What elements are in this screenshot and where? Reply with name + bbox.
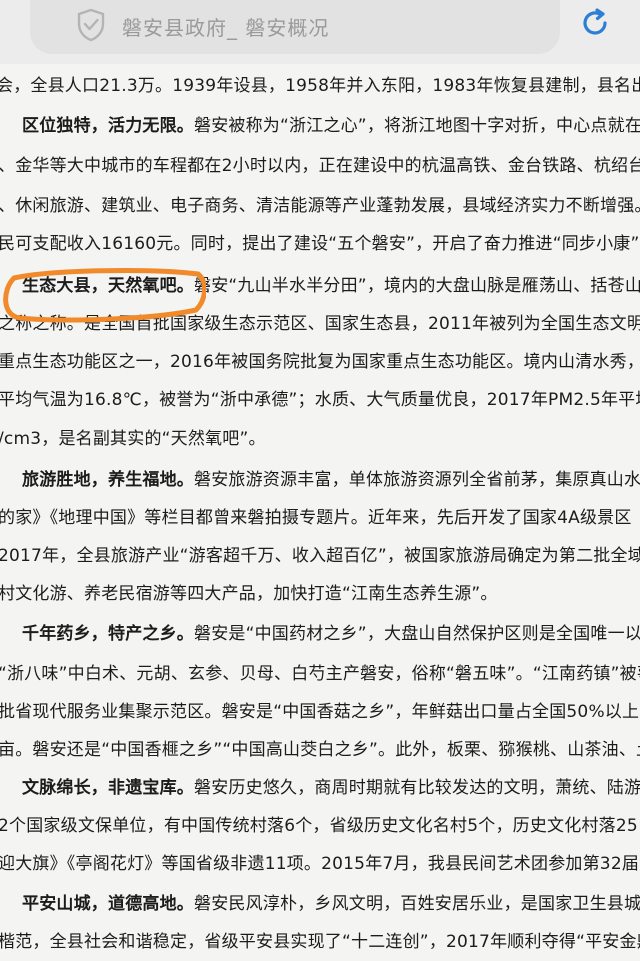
article-line: 平安山城，道德高地。磐安民风淳朴，乡风文明，百姓安居乐业，是国家卫生县城、 — [22, 894, 640, 914]
article-line: 千年药乡，特产之乡。磐安是“中国药材之乡”，大盘山自然保护区则是全国唯一以 — [22, 624, 640, 644]
article-line: 文脉绵长，非遗宝库。磐安历史悠久，商周时期就有比较发达的文明，萧统、陆游、 — [22, 778, 640, 798]
article-line: 会，全县人口21.3万。1939年设县，1958年并入东阳，1983年恢复县建制… — [0, 76, 640, 96]
article-line: 迎大旗》《亭阁花灯》等国省级非遗11项。2015年7月，我县民间艺术团参加第32… — [0, 854, 640, 874]
article-line: 区位独特，活力无限。磐安被称为“浙江之心”，将浙江地图十字对折，中心点就在磐 — [22, 116, 640, 136]
article-line: “浙八味”中白术、元胡、玄参、贝母、白芍主产磐安，俗称“磐五味”。“江南药镇”被… — [0, 664, 640, 684]
shield-icon — [77, 8, 105, 42]
article-line: 村文化游、养老民宿游等四大产品，加快打造“江南生态养生源”。 — [0, 584, 498, 604]
article-line: 重点生态功能区之一，2016年被国务院批复为国家重点生态功能区。境内山清水秀， — [0, 352, 640, 372]
article-line: 平均气温为16.8℃，被誉为“浙中承德”；水质、大气质量优良，2017年PM2.… — [0, 390, 640, 410]
article-line: 民可支配收入16160元。同时，提出了建设“五个磐安”，开启了奋力推进“同步小康… — [0, 234, 640, 254]
article-line: 的家》《地理中国》等栏目都曾来磐拍摄专题片。近年来，先后开发了国家4A级景区 — [0, 508, 632, 528]
browser-top-bar: 磐安县政府_ 磐安概况 — [0, 0, 640, 64]
article-line: 2个国家级文保单位，有中国传统村落6个，省级历史文化名村5个，历史文化村落25 — [0, 816, 638, 836]
article-line: /cm3，是名副其实的“天然氧吧”。 — [0, 429, 266, 449]
page-title: 磐安县政府_ 磐安概况 — [122, 16, 330, 40]
article-line: 、金华等大中城市的车程都在2小时以内，正在建设中的杭温高铁、金台铁路、杭绍台 — [0, 156, 640, 176]
address-bar[interactable]: 磐安县政府_ 磐安概况 — [30, 0, 560, 54]
article-content: 会，全县人口21.3万。1939年设县，1958年并入东阳，1983年恢复县建制… — [0, 64, 640, 961]
highlight-circle-annotation — [3, 268, 206, 323]
article-line: 旅游胜地，养生福地。磐安旅游资源丰富，单体旅游资源列全省前茅，集原真山水、 — [22, 470, 640, 490]
article-line: 亩。磐安还是“中国香榧之乡”“中国高山茭白之乡”。此外，板栗、猕猴桃、山茶油、土… — [0, 740, 640, 760]
article-line: 、休闲旅游、建筑业、电子商务、清洁能源等产业蓬勃发展，县域经济实力不断增强。 — [0, 196, 640, 216]
reload-icon[interactable] — [578, 6, 612, 40]
article-line: 楷范，全县社会和谐稳定，省级平安县实现了“十二连创”，2017年顺利夺得“平安金… — [0, 932, 640, 952]
article-line: 2017年，全县旅游产业“游客超千万、收入超百亿”，被国家旅游局确定为第二批全域 — [0, 546, 640, 566]
article-line: 批省现代服务业集聚示范区。磐安是“中国香菇之乡”，年鲜菇出口量占全国50%以上。 — [0, 702, 640, 722]
